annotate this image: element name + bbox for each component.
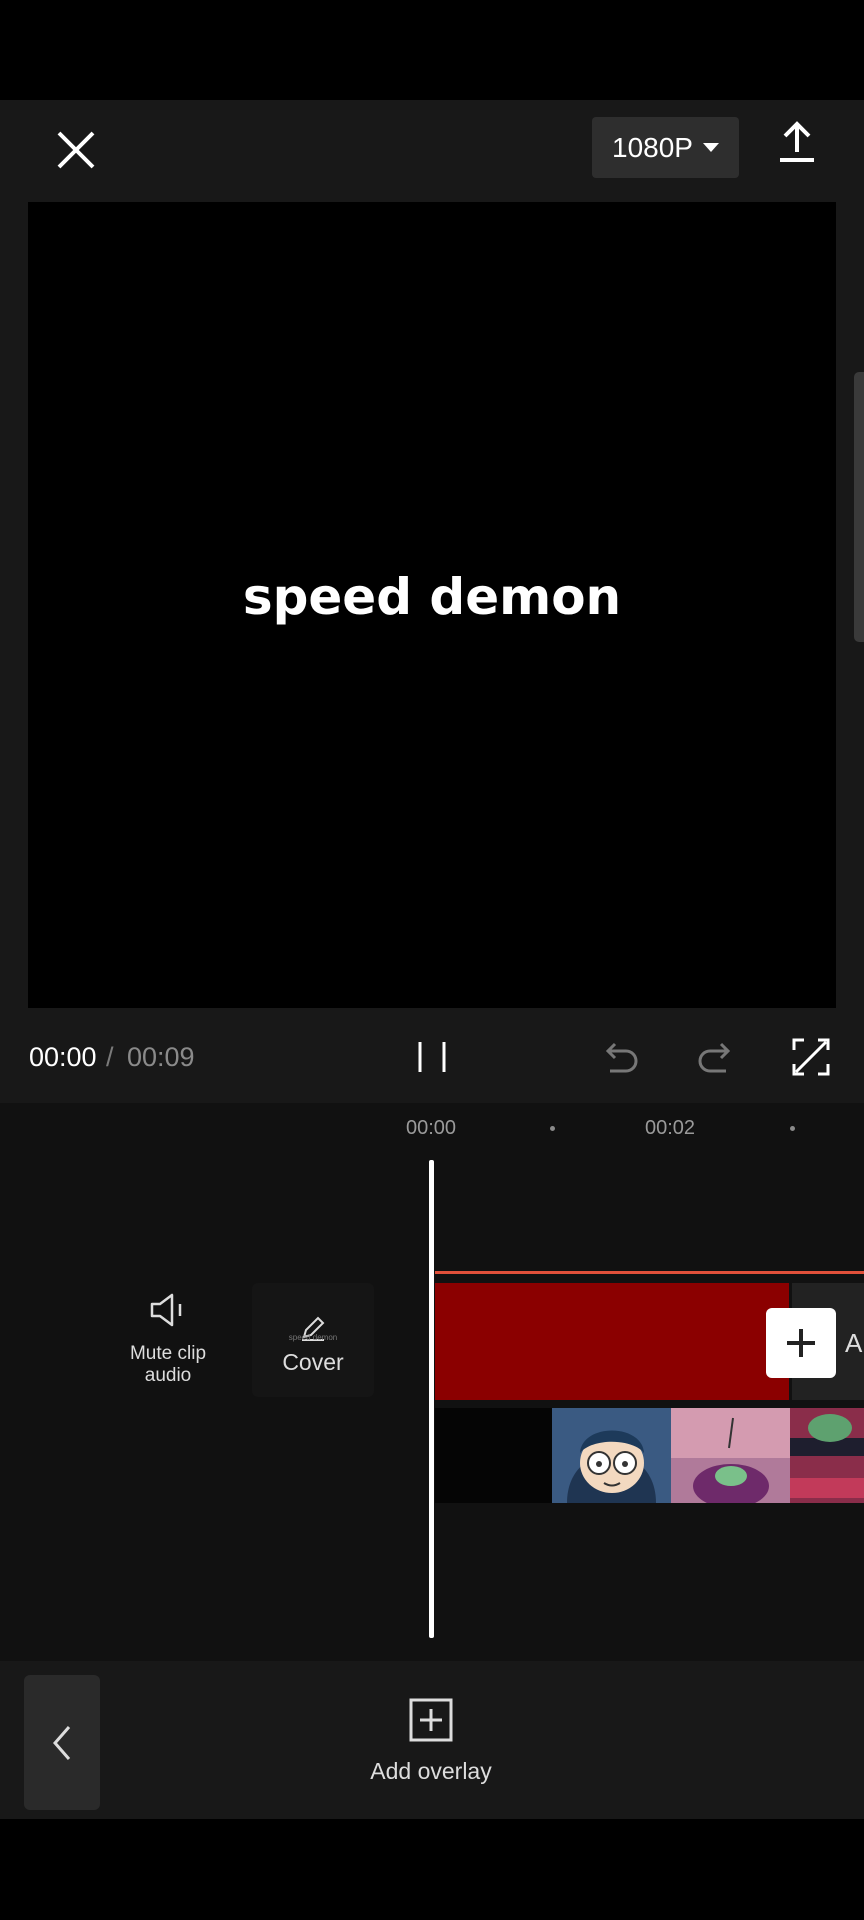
text-clip[interactable] xyxy=(435,1283,789,1400)
video-thumbnail-image xyxy=(671,1408,790,1503)
speaker-icon xyxy=(150,1293,182,1327)
undo-icon xyxy=(605,1042,638,1073)
chevron-left-icon xyxy=(53,1725,71,1760)
add-clip-button[interactable] xyxy=(766,1308,836,1378)
add-overlay-button[interactable]: Add overlay xyxy=(350,1697,512,1797)
plus-icon xyxy=(787,1329,815,1357)
add-overlay-label: Add overlay xyxy=(370,1758,492,1784)
export-icon xyxy=(780,121,814,162)
total-time: 00:09 xyxy=(127,1042,195,1072)
back-button[interactable] xyxy=(24,1675,100,1810)
mute-clip-audio-button[interactable]: Mute clip audio xyxy=(115,1290,221,1400)
scroll-handle[interactable] xyxy=(854,372,864,642)
chevron-down-icon xyxy=(702,143,719,152)
pause-icon xyxy=(418,1042,446,1072)
video-thumbnail[interactable] xyxy=(790,1408,864,1503)
video-thumbnail-image xyxy=(552,1408,671,1503)
resolution-label: 1080P xyxy=(612,131,693,163)
playhead[interactable] xyxy=(429,1160,434,1638)
timeline-tick-label: 00:00 xyxy=(406,1117,457,1139)
add-audio-label: A xyxy=(845,1328,863,1358)
close-button[interactable] xyxy=(50,124,102,176)
close-icon xyxy=(57,131,95,169)
video-thumbnail[interactable] xyxy=(671,1408,790,1503)
cover-button[interactable]: speed demon Cover xyxy=(252,1283,374,1397)
video-thumbnail[interactable] xyxy=(552,1408,671,1503)
time-separator: / xyxy=(106,1042,114,1072)
redo-icon xyxy=(698,1042,731,1073)
fullscreen-button[interactable] xyxy=(790,1036,832,1078)
pause-button[interactable] xyxy=(412,1036,452,1078)
mute-clip-audio-label: Mute clip audio xyxy=(129,1343,207,1386)
video-thumbnail-image xyxy=(790,1408,864,1503)
fullscreen-icon xyxy=(792,1038,830,1076)
timeline-tick-dot xyxy=(790,1126,795,1131)
export-button[interactable] xyxy=(772,118,822,168)
add-overlay-icon xyxy=(409,1698,453,1742)
current-time: 00:00 xyxy=(29,1042,97,1072)
preview-caption: speed demon xyxy=(242,568,622,626)
redo-button[interactable] xyxy=(694,1037,736,1079)
cover-label: Cover xyxy=(282,1349,344,1375)
timeline-tick-dot xyxy=(550,1126,555,1131)
undo-button[interactable] xyxy=(600,1037,642,1079)
cover-thumbnail-text: speed demon xyxy=(288,1333,338,1342)
timeline-tick-label: 00:02 xyxy=(645,1117,696,1139)
text-track-indicator xyxy=(435,1271,864,1274)
resolution-dropdown[interactable]: 1080P xyxy=(592,117,739,178)
